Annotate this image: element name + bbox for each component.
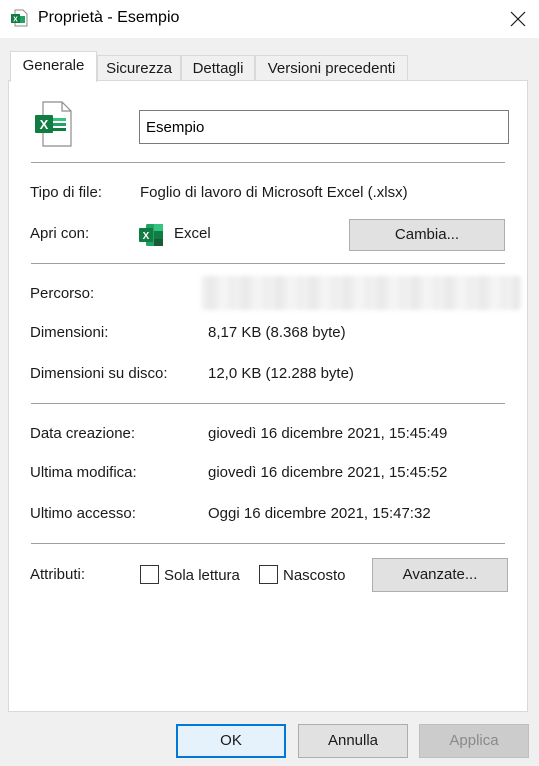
window-title: Proprietà - Esempio xyxy=(38,9,180,26)
size-value: 8,17 KB (8.368 byte) xyxy=(208,324,346,341)
open-with-label: Apri con: xyxy=(30,225,90,242)
file-type-label: Tipo di file: xyxy=(30,184,102,201)
location-value-redacted xyxy=(201,276,521,310)
divider xyxy=(31,403,505,404)
divider xyxy=(31,543,505,544)
open-with-app: Excel xyxy=(174,225,211,242)
cancel-button[interactable]: Annulla xyxy=(298,724,408,758)
tab-versioni-precedenti[interactable]: Versioni precedenti xyxy=(255,55,408,80)
modified-value: giovedì 16 dicembre 2021, 15:45:52 xyxy=(208,464,448,481)
accessed-value: Oggi 16 dicembre 2021, 15:47:32 xyxy=(208,505,431,522)
accessed-label: Ultimo accesso: xyxy=(30,505,136,522)
excel-file-icon: X xyxy=(33,101,73,147)
excel-file-icon: X xyxy=(10,9,28,27)
size-on-disk-label: Dimensioni su disco: xyxy=(30,365,168,382)
hidden-label[interactable]: Nascosto xyxy=(283,567,346,584)
readonly-label[interactable]: Sola lettura xyxy=(164,567,240,584)
created-value: giovedì 16 dicembre 2021, 15:45:49 xyxy=(208,425,448,442)
close-button[interactable] xyxy=(500,0,539,38)
svg-text:X: X xyxy=(40,117,49,132)
apply-button[interactable]: Applica xyxy=(419,724,529,758)
excel-icon: X xyxy=(138,223,164,247)
svg-text:X: X xyxy=(143,231,150,242)
divider xyxy=(31,263,505,264)
tab-generale[interactable]: Generale xyxy=(10,51,97,82)
readonly-checkbox[interactable] xyxy=(140,565,159,584)
location-label: Percorso: xyxy=(30,285,95,302)
file-name-input[interactable] xyxy=(139,110,509,144)
size-on-disk-value: 12,0 KB (12.288 byte) xyxy=(208,365,354,382)
file-type-value: Foglio di lavoro di Microsoft Excel (.xl… xyxy=(140,184,408,201)
tab-dettagli[interactable]: Dettagli xyxy=(181,55,255,80)
hidden-checkbox[interactable] xyxy=(259,565,278,584)
general-panel: X Tipo di file: Foglio di lavoro di Micr… xyxy=(8,80,528,712)
tab-sicurezza[interactable]: Sicurezza xyxy=(97,55,181,80)
close-icon xyxy=(510,11,526,27)
attributes-label: Attributi: xyxy=(30,566,86,583)
size-label: Dimensioni: xyxy=(30,324,109,341)
svg-text:X: X xyxy=(13,17,18,24)
divider xyxy=(31,162,505,163)
ok-button[interactable]: OK xyxy=(176,724,286,758)
created-label: Data creazione: xyxy=(30,425,136,442)
title-bar: X Proprietà - Esempio xyxy=(0,0,539,38)
modified-label: Ultima modifica: xyxy=(30,464,137,481)
advanced-button[interactable]: Avanzate... xyxy=(372,558,508,592)
change-button[interactable]: Cambia... xyxy=(349,219,505,251)
